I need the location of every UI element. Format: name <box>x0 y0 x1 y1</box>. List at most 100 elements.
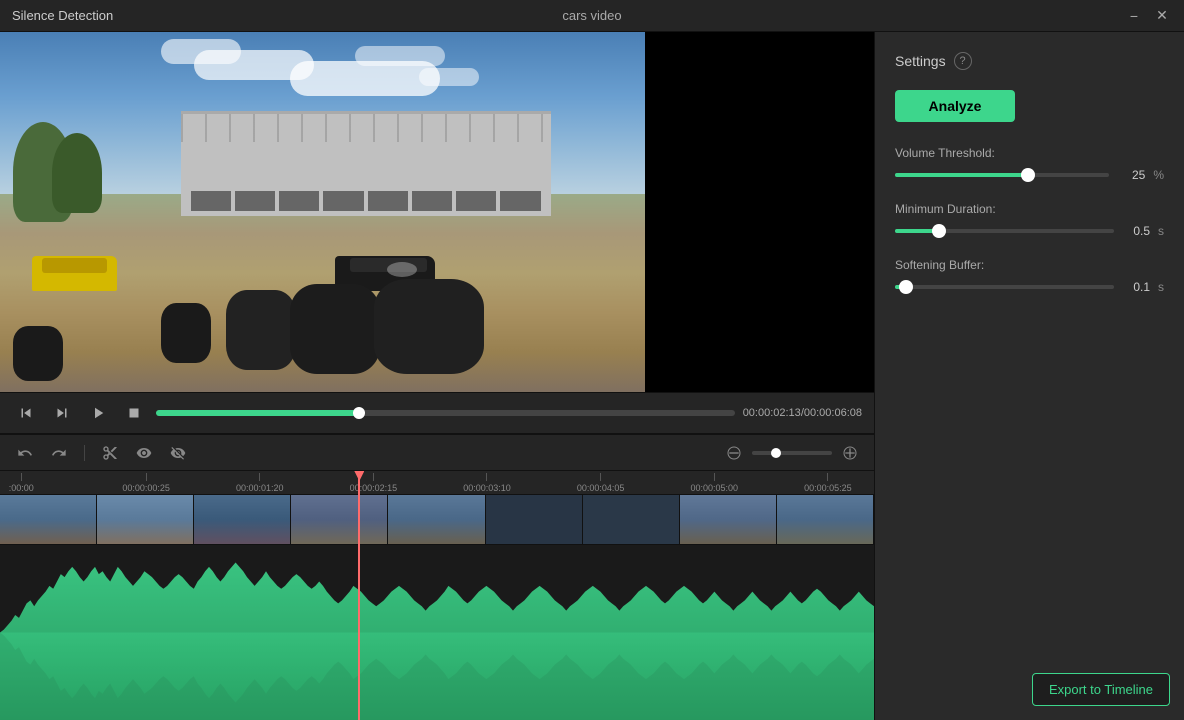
tire-pile <box>226 290 296 370</box>
export-btn-container: Export to Timeline <box>1032 673 1170 706</box>
zoom-out-icon <box>726 445 742 461</box>
video-thumb-4 <box>291 495 388 544</box>
scissors-icon <box>102 445 118 461</box>
step-forward-icon <box>53 404 71 422</box>
settings-panel: Settings ? Analyze Volume Threshold: 25 … <box>874 32 1184 720</box>
redo-icon <box>51 445 67 461</box>
video-thumb-9 <box>777 495 874 544</box>
undo-button[interactable] <box>12 440 38 466</box>
ruler-mark-4: 00:00:03:10 <box>463 473 511 493</box>
cut-button[interactable] <box>97 440 123 466</box>
truss <box>181 114 551 142</box>
ruler-mark-1: 00:00:00:25 <box>122 473 170 493</box>
min-duration-value: 0.5 <box>1122 224 1150 238</box>
softening-buffer-row: Softening Buffer: 0.1 s <box>895 258 1164 294</box>
video-container <box>0 32 874 392</box>
zoom-slider-thumb <box>771 448 781 458</box>
volume-threshold-slider[interactable] <box>895 173 1109 177</box>
building <box>181 111 551 216</box>
step-back-icon <box>17 404 35 422</box>
min-duration-row: Minimum Duration: 0.5 s <box>895 202 1164 238</box>
ruler-mark-7: 00:00:05:25 <box>804 473 852 493</box>
zoom-in-button[interactable] <box>838 441 862 465</box>
tire-pile <box>374 279 484 374</box>
no-eye-button[interactable] <box>165 440 191 466</box>
volume-threshold-row: Volume Threshold: 25 % <box>895 146 1164 182</box>
stop-icon <box>125 404 143 422</box>
main-layout: 00:00:02:13/00:00:06:08 <box>0 32 1184 720</box>
minimize-button[interactable]: − <box>1124 6 1144 26</box>
time-total: 00:00:06:08 <box>804 407 862 419</box>
window-controls: − ✕ <box>1124 6 1172 26</box>
video-thumb-8 <box>680 495 777 544</box>
redo-button[interactable] <box>46 440 72 466</box>
min-duration-slider[interactable] <box>895 229 1114 233</box>
zoom-out-button[interactable] <box>722 441 746 465</box>
video-thumb-1 <box>0 495 97 544</box>
analyze-button[interactable]: Analyze <box>895 90 1015 122</box>
cloud <box>161 39 241 64</box>
tire-pile <box>290 284 380 374</box>
playhead[interactable] <box>358 471 360 720</box>
tree <box>52 133 102 213</box>
softening-buffer-control: 0.1 s <box>895 280 1164 294</box>
timeline-ruler: :00:00 00:00:00:25 00:00:01:20 00:00:02:… <box>0 471 874 495</box>
export-timeline-button[interactable]: Export to Timeline <box>1032 673 1170 706</box>
tire-pile <box>13 326 63 381</box>
timeline-section: :00:00 00:00:00:25 00:00:01:20 00:00:02:… <box>0 433 874 720</box>
cloud <box>290 61 440 96</box>
play-icon <box>89 404 107 422</box>
help-button[interactable]: ? <box>954 52 972 70</box>
zoom-controls <box>722 441 862 465</box>
waveform-svg <box>0 545 874 720</box>
softening-buffer-thumb <box>899 280 913 294</box>
video-thumb-5 <box>388 495 485 544</box>
video-thumb-2 <box>97 495 194 544</box>
cloud <box>419 68 479 86</box>
play-button[interactable] <box>84 399 112 427</box>
time-current: 00:00:02:13 <box>743 407 801 419</box>
min-duration-label: Minimum Duration: <box>895 202 1164 216</box>
playback-controls: 00:00:02:13/00:00:06:08 <box>0 392 874 433</box>
volume-threshold-value: 25 <box>1117 168 1145 182</box>
settings-title: Settings <box>895 53 946 69</box>
eye-button[interactable] <box>131 440 157 466</box>
video-title: cars video <box>562 8 621 23</box>
step-forward-button[interactable] <box>48 399 76 427</box>
video-thumb-3 <box>194 495 291 544</box>
progress-thumb <box>353 407 365 419</box>
stop-button[interactable] <box>120 399 148 427</box>
step-back-button[interactable] <box>12 399 40 427</box>
settings-header: Settings ? <box>895 52 1164 70</box>
video-frame <box>0 32 645 392</box>
volume-threshold-fill <box>895 173 1028 177</box>
dust <box>387 262 417 277</box>
volume-threshold-control: 25 % <box>895 168 1164 182</box>
video-thumb-7 <box>583 495 680 544</box>
ruler-mark-5: 00:00:04:05 <box>577 473 625 493</box>
volume-threshold-thumb <box>1021 168 1035 182</box>
eye-off-icon <box>170 445 186 461</box>
progress-fill <box>156 410 359 416</box>
cloud <box>355 46 445 66</box>
undo-icon <box>17 445 33 461</box>
ruler-mark-6: 00:00:05:00 <box>690 473 738 493</box>
timeline-outer: :00:00 00:00:00:25 00:00:01:20 00:00:02:… <box>0 471 874 720</box>
video-thumbnails <box>0 495 874 544</box>
close-button[interactable]: ✕ <box>1152 6 1172 26</box>
softening-buffer-slider[interactable] <box>895 285 1114 289</box>
softening-buffer-unit: s <box>1158 280 1164 294</box>
eye-icon <box>136 445 152 461</box>
toolbar-divider <box>84 445 85 461</box>
zoom-slider[interactable] <box>752 451 832 455</box>
progress-bar[interactable] <box>156 410 735 416</box>
volume-threshold-label: Volume Threshold: <box>895 146 1164 160</box>
min-duration-unit: s <box>1158 224 1164 238</box>
audio-track <box>0 545 874 720</box>
video-section: 00:00:02:13/00:00:06:08 <box>0 32 874 433</box>
windows <box>191 191 541 211</box>
zoom-in-icon <box>842 445 858 461</box>
app-title: Silence Detection <box>12 8 113 23</box>
ruler-mark-2: 00:00:01:20 <box>236 473 284 493</box>
ruler-mark-0: :00:00 <box>9 473 34 493</box>
